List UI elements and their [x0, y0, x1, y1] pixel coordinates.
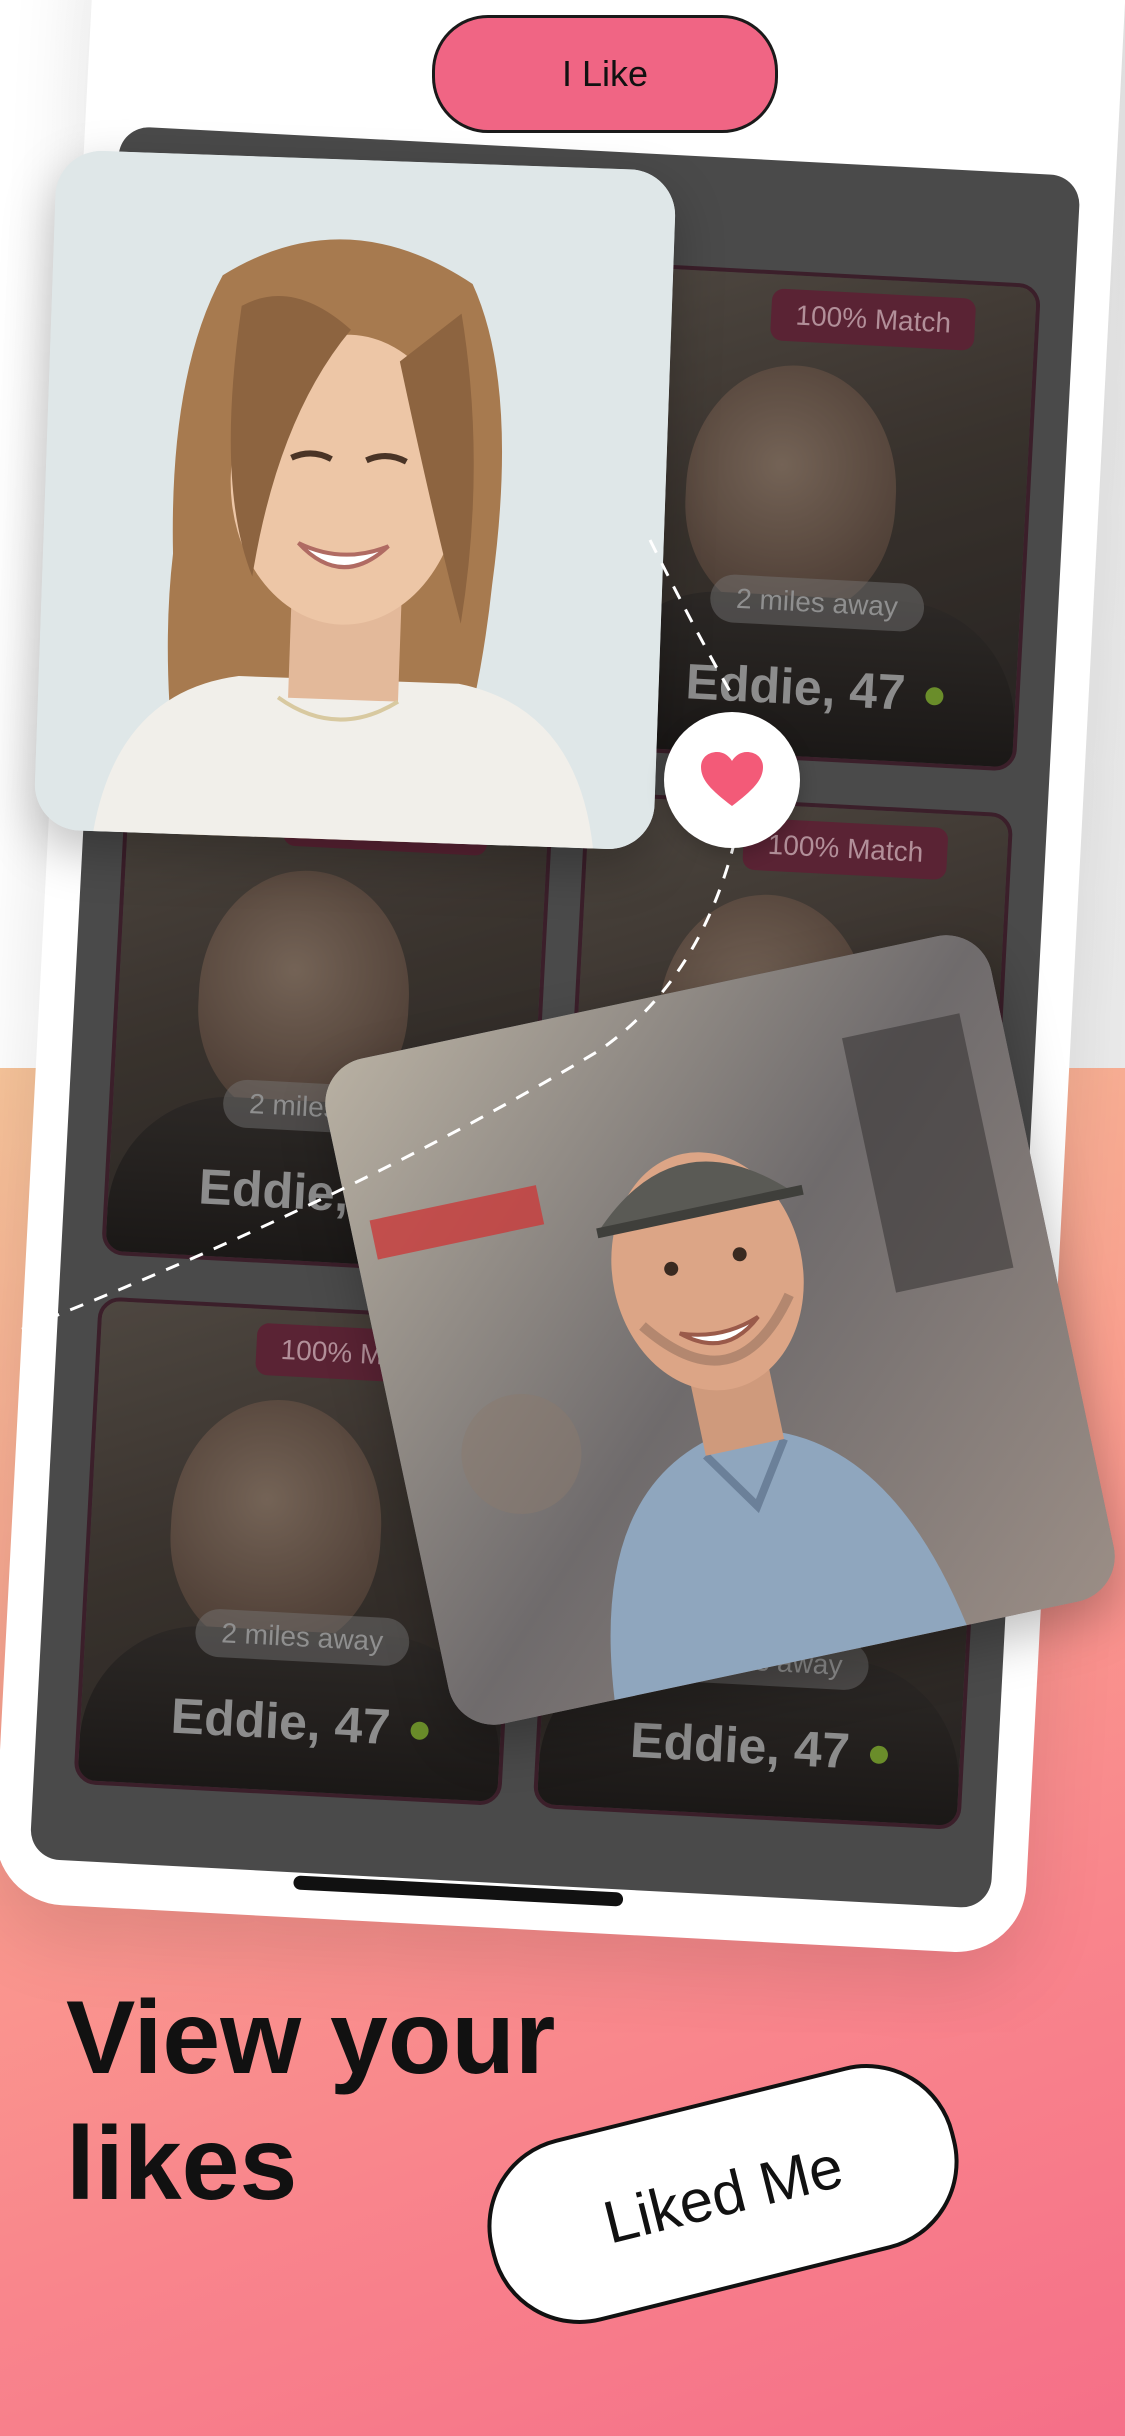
liked-me-label: Liked Me: [596, 2132, 850, 2256]
heart-icon: [701, 752, 763, 806]
profile-name: Eddie, 47: [628, 1711, 852, 1780]
profile-photo: [33, 149, 677, 851]
profile-photo: [316, 926, 1124, 1734]
match-badge: 100% Match: [770, 288, 977, 351]
like-heart-button[interactable]: [664, 712, 800, 848]
online-indicator: [410, 1721, 430, 1741]
online-indicator: [924, 686, 944, 706]
profile-name: Eddie, 47: [684, 653, 907, 721]
distance-badge: 2 miles away: [709, 573, 926, 633]
online-indicator: [869, 1745, 889, 1765]
i-like-label: I Like: [561, 53, 649, 94]
liked-profile-card[interactable]: [33, 149, 677, 851]
i-like-tab[interactable]: I Like: [432, 15, 778, 133]
liked-profile-card[interactable]: [316, 926, 1124, 1734]
distance-badge: 2 miles away: [194, 1607, 411, 1668]
profile-name: Eddie, 47: [169, 1687, 392, 1756]
